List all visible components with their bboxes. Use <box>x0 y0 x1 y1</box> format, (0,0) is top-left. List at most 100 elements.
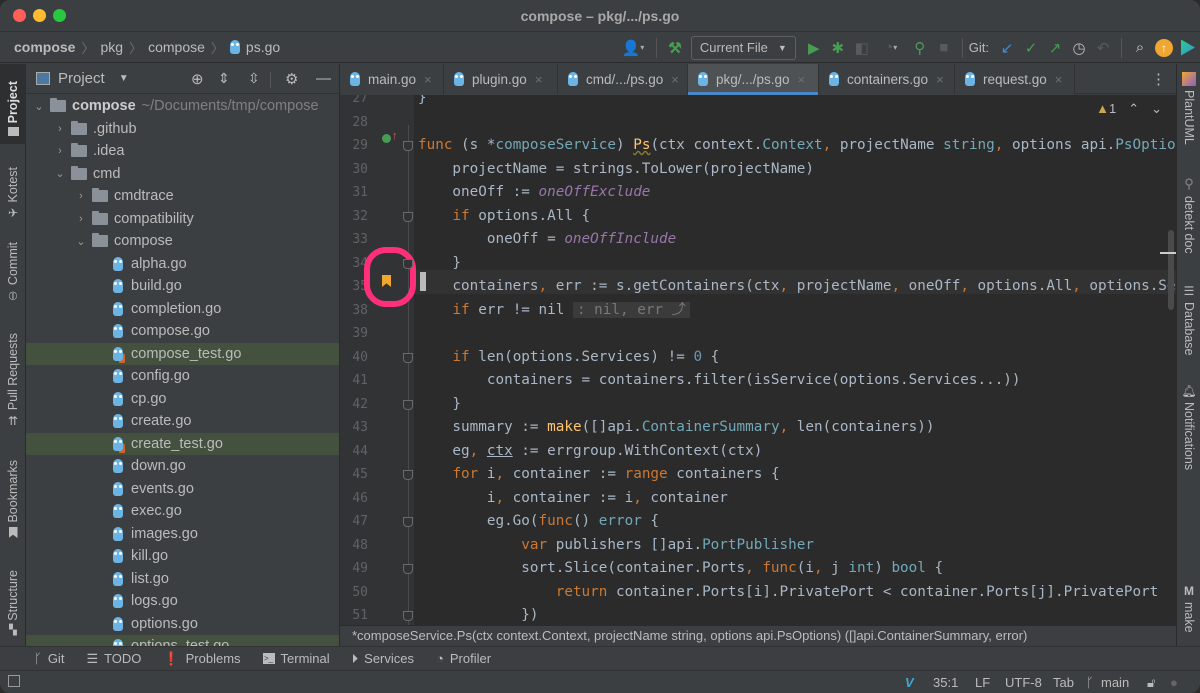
warning-icon[interactable]: ▲1 <box>1096 101 1116 117</box>
tree-file[interactable]: kill.go <box>26 545 339 568</box>
attach-debugger-icon[interactable]: ⚲ <box>908 36 932 60</box>
profile-icon[interactable]: ◔ ▾ <box>874 36 908 60</box>
bottom-tab-services[interactable]: ⏵ Services <box>352 651 414 667</box>
line-number[interactable]: 28 <box>340 115 368 130</box>
tree-root[interactable]: ⌄ compose ~/Documents/tmp/compose <box>26 95 339 118</box>
close-tab-icon[interactable]: × <box>424 72 432 87</box>
go-to-interface-arrow-icon[interactable]: ↑ <box>392 130 398 142</box>
tool-tab-kotest[interactable]: Kotest ✈ <box>0 152 26 220</box>
code-line[interactable]: var publishers []api.PortPublisher <box>418 534 814 558</box>
code-line[interactable]: containers = containers.filter(isService… <box>418 369 1021 393</box>
close-tab-icon[interactable]: × <box>936 72 944 87</box>
code-area[interactable]: } func (s *composeService) Ps(ctx context… <box>418 95 1176 625</box>
tool-tab-commit[interactable]: Commit ⦶ <box>0 230 26 304</box>
line-number[interactable]: 33 <box>340 232 368 247</box>
gear-icon[interactable]: ⚙ <box>285 70 298 88</box>
code-line[interactable]: if err != nil : nil, err ⤴ <box>418 299 690 323</box>
close-tab-icon[interactable]: × <box>1055 72 1063 87</box>
editor-tab[interactable]: containers.go × <box>819 64 955 94</box>
chevron-down-icon[interactable]: ⌄ <box>32 100 46 113</box>
code-line[interactable]: projectName = strings.ToLower(projectNam… <box>418 158 814 182</box>
line-number[interactable]: 38 <box>340 303 368 318</box>
tree-folder[interactable]: › .idea <box>26 140 339 163</box>
tree-file[interactable]: cp.go <box>26 388 339 411</box>
fold-marker-icon[interactable] <box>403 352 413 363</box>
editor-tab[interactable]: main.go × <box>340 64 444 94</box>
locate-file-icon[interactable]: ⊕ <box>191 70 204 88</box>
tree-file[interactable]: create.go <box>26 410 339 433</box>
line-number[interactable]: 27 <box>340 95 368 106</box>
line-number[interactable]: 41 <box>340 373 368 388</box>
close-tab-icon[interactable]: × <box>798 72 806 87</box>
git-push-icon[interactable]: ↗ <box>1043 36 1067 60</box>
fold-marker-icon[interactable] <box>403 399 413 410</box>
fold-marker-icon[interactable] <box>403 470 413 480</box>
tree-file[interactable]: options_test.go <box>26 635 339 646</box>
chevron-right-icon[interactable]: › <box>74 190 88 202</box>
breadcrumb-item[interactable]: pkg <box>100 39 123 55</box>
bottom-tab-profiler[interactable]: ◔ Profiler <box>436 651 491 666</box>
tree-file[interactable]: config.go <box>26 365 339 388</box>
search-icon[interactable]: ⌕ <box>1128 36 1152 60</box>
code-line[interactable]: func (s *composeService) Ps(ctx context.… <box>418 134 1176 158</box>
lock-icon[interactable]: 🔓︎ <box>1147 675 1155 691</box>
breadcrumb-item[interactable]: compose <box>148 39 205 55</box>
next-highlight-icon[interactable]: ⌄ <box>1151 101 1162 117</box>
line-number[interactable]: 47 <box>340 514 368 529</box>
code-line[interactable]: sort.Slice(container.Ports, func(i, j in… <box>418 557 943 581</box>
line-number[interactable]: 40 <box>340 350 368 365</box>
line-number[interactable]: 32 <box>340 209 368 224</box>
editor-tab[interactable]: plugin.go × <box>444 64 558 94</box>
editor-tab[interactable]: cmd/.../ps.go × <box>558 64 688 94</box>
tree-file[interactable]: build.go <box>26 275 339 298</box>
fold-marker-icon[interactable] <box>403 141 413 151</box>
tool-tab-pull-requests[interactable]: Pull Requests ⇈ <box>0 318 26 428</box>
code-line[interactable]: }) <box>418 604 538 625</box>
chevron-right-icon[interactable]: › <box>74 213 88 225</box>
run-configuration-select[interactable]: Current File ▼ <box>690 35 796 60</box>
line-number[interactable]: 39 <box>340 326 368 341</box>
chevron-right-icon[interactable]: › <box>53 123 67 135</box>
bottom-tab-terminal[interactable]: >_ Terminal <box>262 651 330 666</box>
caret-position[interactable]: 35:1 <box>933 675 958 690</box>
git-commit-icon[interactable]: ✓ <box>1019 36 1043 60</box>
code-line[interactable]: summary := make([]api.ContainerSummary, … <box>418 416 934 440</box>
file-encoding[interactable]: UTF-8 <box>1005 675 1042 690</box>
line-number[interactable]: 29 <box>340 138 368 153</box>
stop-icon[interactable]: ■ <box>932 36 956 60</box>
tree-file[interactable]: logs.go <box>26 590 339 613</box>
inspection-widget[interactable]: ▲1 ⌃ ⌄ <box>1096 101 1162 117</box>
fold-marker-icon[interactable] <box>403 517 413 527</box>
tool-tab-structure[interactable]: Structure ▚ <box>0 554 26 636</box>
user-account-icon[interactable]: 👤 ▾ <box>616 36 650 60</box>
memory-indicator-icon[interactable]: ● <box>1170 675 1178 690</box>
editor-tab[interactable]: pkg/.../ps.go × <box>688 64 819 95</box>
breadcrumb-item[interactable]: ps.go <box>246 39 280 55</box>
more-tabs-icon[interactable]: ⋮ <box>1151 70 1166 88</box>
tool-tab-database[interactable]: ☰ Database <box>1177 284 1200 356</box>
build-hammer-icon[interactable]: ⚒ <box>663 36 687 60</box>
line-number[interactable]: 44 <box>340 444 368 459</box>
collapse-all-icon[interactable]: ⇳ <box>248 70 260 87</box>
run-icon[interactable]: ▶ <box>802 36 826 60</box>
code-line[interactable]: i, container := i, container <box>418 487 728 511</box>
tree-file[interactable]: list.go <box>26 568 339 591</box>
project-view-select[interactable]: Project <box>58 70 105 87</box>
line-ending[interactable]: LF <box>975 675 990 690</box>
fold-marker-icon[interactable] <box>403 611 413 621</box>
code-line[interactable]: for i, container := range containers { <box>418 463 779 487</box>
tree-folder[interactable]: ⌄ compose <box>26 230 339 253</box>
tree-file[interactable]: exec.go <box>26 500 339 523</box>
line-number[interactable]: 45 <box>340 467 368 482</box>
git-update-icon[interactable]: ↙ <box>995 36 1019 60</box>
bottom-tab-todo[interactable]: ☰ TODO <box>86 651 141 667</box>
ide-update-icon[interactable]: ↑ <box>1152 36 1176 60</box>
line-number[interactable]: 46 <box>340 491 368 506</box>
line-number[interactable]: 43 <box>340 420 368 435</box>
tool-tab-plantuml[interactable]: PlantUML <box>1177 72 1200 145</box>
git-branch[interactable]: main <box>1101 675 1129 690</box>
code-line[interactable]: eg, ctx := errgroup.WithContext(ctx) <box>418 440 762 464</box>
tree-folder[interactable]: › compatibility <box>26 208 339 231</box>
expand-all-icon[interactable]: ⇕ <box>218 70 230 87</box>
tool-tab-project[interactable]: Project <box>0 64 26 144</box>
